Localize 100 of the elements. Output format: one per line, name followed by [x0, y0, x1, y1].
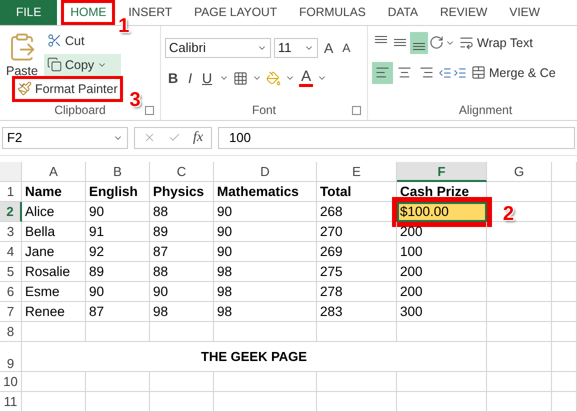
table-cell[interactable]: 98: [214, 262, 317, 282]
table-cell[interactable]: Physics: [150, 182, 214, 202]
table-cell[interactable]: Mathematics: [214, 182, 317, 202]
table-cell[interactable]: 300: [397, 302, 487, 322]
copy-button[interactable]: Copy: [44, 54, 121, 76]
file-tab[interactable]: FILE: [0, 0, 58, 25]
column-header[interactable]: F: [397, 162, 487, 182]
table-cell[interactable]: 92: [86, 242, 150, 262]
empty-cell[interactable]: [552, 222, 577, 242]
table-cell[interactable]: Bella: [22, 222, 86, 242]
row-header[interactable]: 9: [0, 342, 22, 372]
grow-font-button[interactable]: A: [321, 40, 336, 56]
column-header[interactable]: G: [487, 162, 552, 182]
table-cell[interactable]: 98: [214, 282, 317, 302]
column-header[interactable]: D: [214, 162, 317, 182]
ribbon-tab[interactable]: DATA: [378, 0, 427, 25]
row-header[interactable]: 6: [0, 282, 22, 302]
row-header[interactable]: 5: [0, 262, 22, 282]
table-cell[interactable]: 90: [214, 222, 317, 242]
table-cell[interactable]: 270: [317, 222, 397, 242]
empty-cell[interactable]: [487, 262, 552, 282]
empty-cell[interactable]: [552, 372, 577, 392]
table-cell[interactable]: 89: [150, 222, 214, 242]
vertical-align-button[interactable]: [410, 32, 428, 54]
empty-cell[interactable]: [487, 322, 552, 342]
name-box[interactable]: F2: [2, 126, 128, 149]
empty-cell[interactable]: [552, 202, 577, 222]
column-header[interactable]: B: [86, 162, 150, 182]
empty-cell[interactable]: [487, 392, 552, 412]
table-cell[interactable]: Alice: [22, 202, 86, 222]
font-name-field[interactable]: Calibri: [165, 38, 271, 58]
row-header[interactable]: 11: [0, 392, 22, 412]
empty-cell[interactable]: [150, 392, 214, 412]
empty-cell[interactable]: [487, 302, 552, 322]
empty-cell[interactable]: [487, 282, 552, 302]
empty-cell[interactable]: [552, 342, 577, 372]
table-cell[interactable]: 91: [86, 222, 150, 242]
font-color-button[interactable]: A: [299, 70, 314, 87]
table-cell[interactable]: 200: [397, 262, 487, 282]
table-cell[interactable]: 90: [86, 202, 150, 222]
column-header[interactable]: C: [150, 162, 214, 182]
table-cell[interactable]: Jane: [22, 242, 86, 262]
empty-cell[interactable]: [397, 392, 487, 412]
table-cell[interactable]: 200: [397, 282, 487, 302]
empty-cell[interactable]: [86, 322, 150, 342]
empty-cell[interactable]: [552, 262, 577, 282]
empty-cell[interactable]: [552, 392, 577, 412]
font-size-field[interactable]: 11: [274, 38, 318, 58]
launcher-icon[interactable]: [145, 106, 154, 115]
column-header[interactable]: A: [22, 162, 86, 182]
empty-cell[interactable]: [552, 282, 577, 302]
row-header[interactable]: 10: [0, 372, 22, 392]
bold-button[interactable]: B: [165, 70, 182, 86]
table-cell[interactable]: 90: [214, 202, 317, 222]
empty-cell[interactable]: [487, 242, 552, 262]
empty-cell[interactable]: [552, 182, 577, 202]
empty-cell[interactable]: [86, 392, 150, 412]
empty-cell[interactable]: [317, 392, 397, 412]
table-cell[interactable]: 98: [150, 302, 214, 322]
ribbon-tab[interactable]: FORMULAS: [290, 0, 375, 25]
empty-cell[interactable]: [397, 322, 487, 342]
empty-cell[interactable]: [487, 372, 552, 392]
empty-cell[interactable]: [214, 322, 317, 342]
ribbon-tab[interactable]: VIEW: [500, 0, 549, 25]
table-cell[interactable]: 89: [86, 262, 150, 282]
shrink-font-button[interactable]: A: [339, 40, 354, 55]
select-all-corner[interactable]: [0, 162, 22, 182]
row-header[interactable]: 2: [0, 202, 22, 222]
empty-cell[interactable]: [397, 372, 487, 392]
empty-cell[interactable]: [552, 302, 577, 322]
empty-cell[interactable]: [552, 242, 577, 262]
empty-cell[interactable]: [150, 372, 214, 392]
row-header[interactable]: 7: [0, 302, 22, 322]
table-cell[interactable]: Name: [22, 182, 86, 202]
row-header[interactable]: 8: [0, 322, 22, 342]
row-header[interactable]: 4: [0, 242, 22, 262]
row-header[interactable]: 1: [0, 182, 22, 202]
merge-button[interactable]: Merge & Ce: [468, 62, 559, 84]
table-cell[interactable]: Rosalie: [22, 262, 86, 282]
table-cell[interactable]: 98: [214, 302, 317, 322]
launcher-icon[interactable]: [352, 106, 361, 115]
empty-cell[interactable]: [214, 392, 317, 412]
empty-cell[interactable]: [150, 322, 214, 342]
table-cell[interactable]: 200: [397, 222, 487, 242]
wrap-text-button[interactable]: Wrap Text: [456, 32, 536, 54]
table-cell[interactable]: 100: [397, 242, 487, 262]
table-cell[interactable]: Renee: [22, 302, 86, 322]
empty-cell[interactable]: [214, 372, 317, 392]
italic-button[interactable]: I: [185, 70, 196, 86]
horizontal-align-button[interactable]: [372, 62, 393, 84]
cut-button[interactable]: Cut: [44, 30, 121, 52]
column-header[interactable]: [552, 162, 577, 182]
table-cell[interactable]: 87: [150, 242, 214, 262]
table-cell[interactable]: 275: [317, 262, 397, 282]
row-header[interactable]: 3: [0, 222, 22, 242]
table-cell[interactable]: 278: [317, 282, 397, 302]
table-cell[interactable]: 269: [317, 242, 397, 262]
table-cell[interactable]: 87: [86, 302, 150, 322]
table-cell[interactable]: 88: [150, 262, 214, 282]
empty-cell[interactable]: [317, 322, 397, 342]
